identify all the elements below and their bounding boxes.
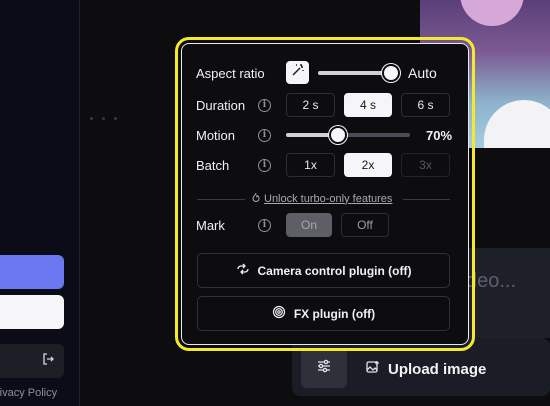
upload-image-button[interactable]: Upload image: [366, 353, 486, 385]
moon-shape: [460, 0, 524, 26]
sidebar-primary-button[interactable]: [0, 255, 64, 289]
sidebar: rivacy Policy: [0, 0, 80, 406]
batch-label: Batch: [196, 158, 230, 173]
camera-rotate-icon: [236, 262, 250, 279]
motion-label: Motion: [196, 128, 236, 143]
image-plus-icon: [366, 360, 380, 378]
aspect-ratio-slider-thumb[interactable]: [382, 64, 400, 82]
mark-label: Mark: [196, 218, 225, 233]
duration-label: Duration: [196, 98, 246, 113]
sliders-icon: [317, 359, 331, 378]
spiral-icon: [272, 305, 286, 322]
duration-option-6s[interactable]: 6 s: [401, 93, 450, 117]
unlock-turbo-link[interactable]: Unlock turbo-only features: [252, 192, 392, 205]
mark-option-off[interactable]: Off: [341, 213, 389, 237]
logout-icon: [42, 352, 54, 370]
fx-plugin-button[interactable]: FX plugin (off): [197, 296, 450, 331]
divider-right: [403, 199, 450, 200]
settings-toggle-button[interactable]: [301, 348, 347, 388]
aspect-ratio-value: Auto: [408, 65, 437, 81]
cloud-face: [88, 117, 118, 121]
batch-option-2x[interactable]: 2x: [344, 153, 392, 177]
motion-info-icon[interactable]: i: [258, 129, 271, 142]
mark-option-on[interactable]: On: [286, 213, 332, 237]
duration-info-icon[interactable]: i: [258, 99, 271, 112]
camera-control-plugin-label: Camera control plugin (off): [257, 263, 412, 278]
logout-button[interactable]: [0, 344, 64, 378]
motion-slider-thumb[interactable]: [329, 126, 347, 144]
motion-value: 70%: [426, 128, 453, 143]
magic-wand-button[interactable]: [286, 61, 309, 84]
mark-info-icon[interactable]: i: [258, 219, 271, 232]
batch-option-1x[interactable]: 1x: [286, 153, 335, 177]
sidebar-secondary-button[interactable]: [0, 295, 64, 329]
magic-wand-icon: [291, 63, 305, 82]
batch-option-3x: 3x: [401, 153, 450, 177]
unlock-turbo-label: Unlock turbo-only features: [264, 192, 393, 205]
privacy-policy-link[interactable]: rivacy Policy: [0, 387, 57, 399]
batch-info-icon[interactable]: i: [258, 159, 271, 172]
divider-left: [197, 199, 245, 200]
duration-option-4s[interactable]: 4 s: [344, 93, 392, 117]
duration-option-2s[interactable]: 2 s: [286, 93, 335, 117]
camera-control-plugin-button[interactable]: Camera control plugin (off): [197, 253, 450, 288]
upload-image-label: Upload image: [388, 360, 487, 378]
flame-icon: [252, 192, 260, 205]
fx-plugin-label: FX plugin (off): [293, 306, 376, 321]
cloud-shape: [484, 100, 550, 148]
aspect-ratio-slider-fill: [318, 71, 392, 75]
aspect-ratio-label: Aspect ratio: [196, 66, 265, 81]
